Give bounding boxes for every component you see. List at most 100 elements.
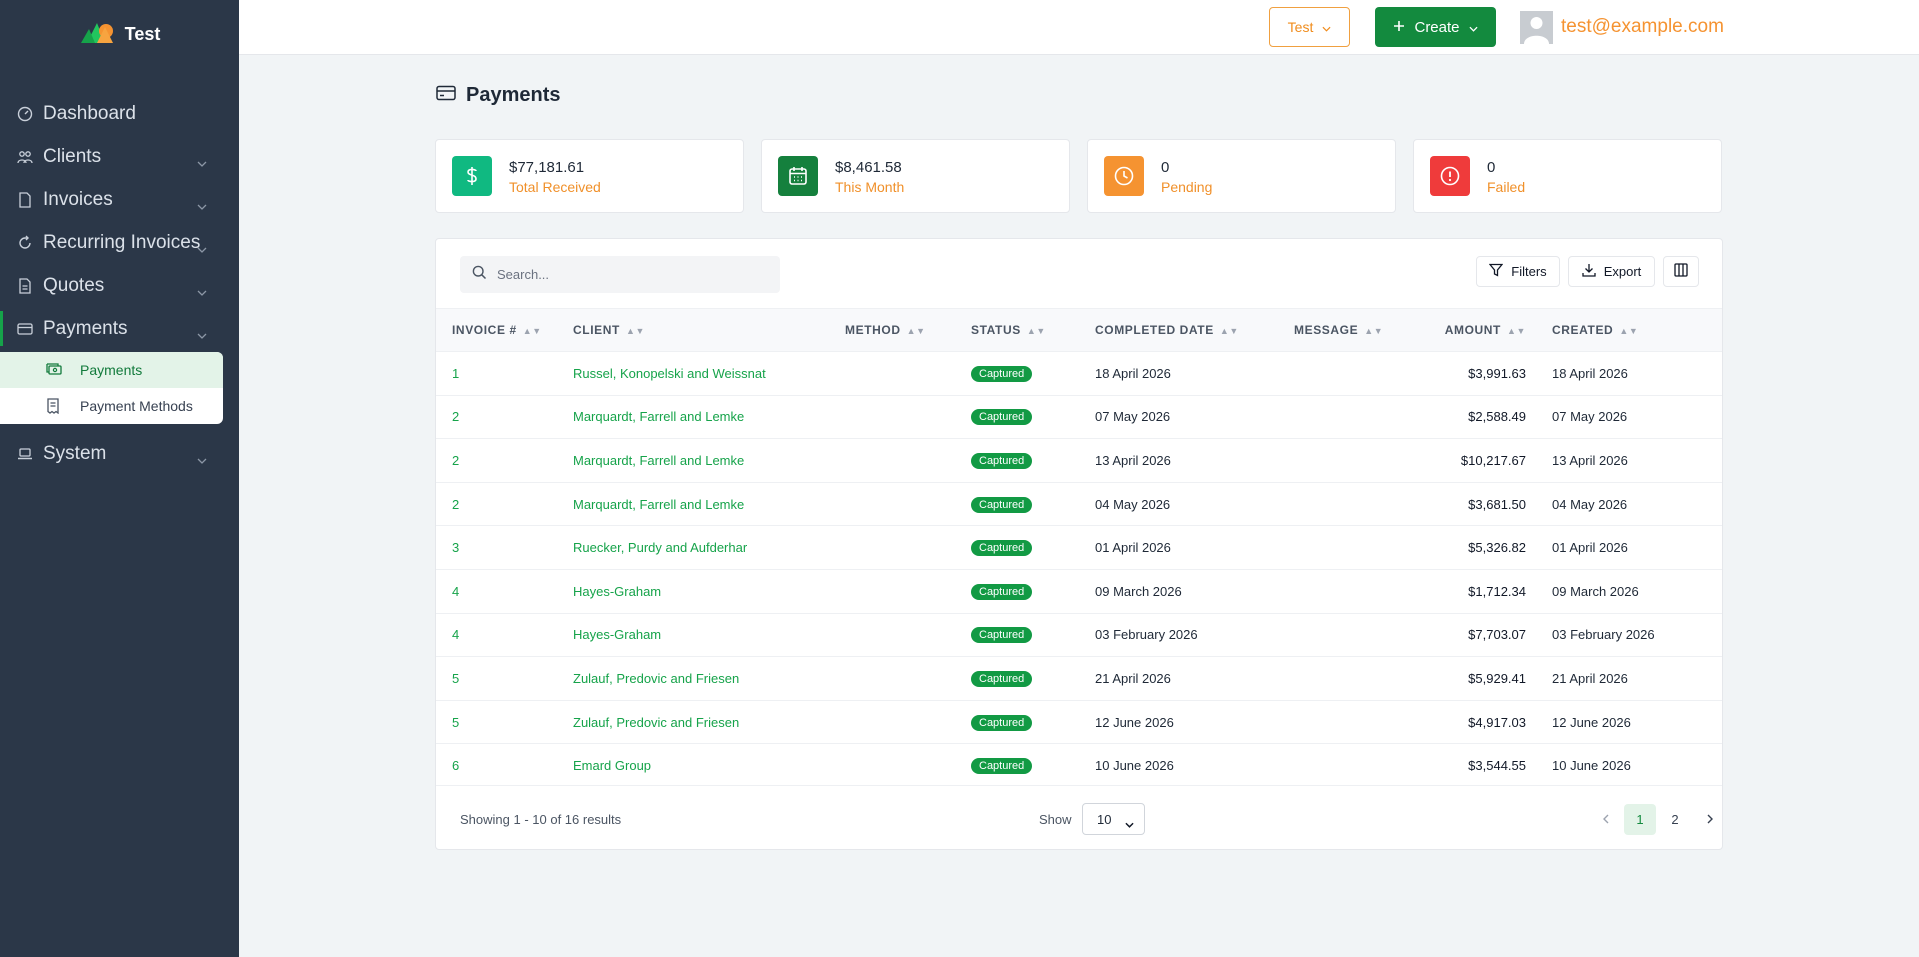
stat-card-this-month: $8,461.58 This Month xyxy=(761,139,1070,213)
invoice-number-link[interactable]: 2 xyxy=(436,395,573,439)
stat-value: $8,461.58 xyxy=(835,159,902,176)
table-row[interactable]: 5 Zulauf, Predovic and Friesen Captured … xyxy=(436,700,1722,744)
export-button[interactable]: Export xyxy=(1568,256,1655,287)
client-link[interactable]: Marquardt, Farrell and Lemke xyxy=(573,395,845,439)
method-cell xyxy=(845,395,971,439)
sidebar-subitem-payment-methods[interactable]: Payment Methods xyxy=(0,388,223,424)
completed-date-cell: 04 May 2026 xyxy=(1095,496,1171,512)
sidebar-item-recurring-invoices[interactable]: Recurring Invoices xyxy=(0,221,239,264)
message-cell xyxy=(1294,569,1420,613)
sidebar: Test Dashboard Clients Invoices Recurrin… xyxy=(0,0,239,957)
chevron-down-icon xyxy=(1322,19,1331,35)
invoice-number-link[interactable]: 5 xyxy=(436,700,573,744)
client-link[interactable]: Marquardt, Farrell and Lemke xyxy=(573,439,845,483)
invoice-number-link[interactable]: 5 xyxy=(436,657,573,701)
client-link[interactable]: Hayes-Graham xyxy=(573,613,845,657)
filters-label: Filters xyxy=(1511,264,1547,279)
chevron-down-icon xyxy=(197,151,207,173)
laptop-icon xyxy=(16,445,34,463)
client-link[interactable]: Zulauf, Predovic and Friesen xyxy=(573,657,845,701)
column-header-invoice[interactable]: INVOICE # ▲▼ xyxy=(436,309,573,352)
created-date-cell: 09 March 2026 xyxy=(1552,583,1639,599)
brand[interactable]: Test xyxy=(0,0,239,68)
page-button-1[interactable]: 1 xyxy=(1624,804,1656,835)
download-icon xyxy=(1582,263,1596,280)
message-cell xyxy=(1294,657,1420,701)
sidebar-item-dashboard[interactable]: Dashboard xyxy=(0,92,239,135)
column-header-message[interactable]: MESSAGE ▲▼ xyxy=(1294,309,1420,352)
amount-cell: $7,703.07 xyxy=(1468,627,1526,643)
client-link[interactable]: Russel, Konopelski and Weissnat xyxy=(573,352,845,396)
sidebar-item-label: Clients xyxy=(43,145,102,167)
create-button[interactable]: Create xyxy=(1375,7,1496,47)
message-cell xyxy=(1294,439,1420,483)
method-cell xyxy=(845,439,971,483)
stat-card-failed: 0 Failed xyxy=(1413,139,1722,213)
amount-cell: $2,588.49 xyxy=(1468,409,1526,425)
invoice-number-link[interactable]: 4 xyxy=(436,613,573,657)
amount-cell: $3,681.50 xyxy=(1468,496,1526,512)
status-cell: Captured xyxy=(971,569,1095,613)
sidebar-item-quotes[interactable]: Quotes xyxy=(0,264,239,307)
invoice-number-link[interactable]: 4 xyxy=(436,569,573,613)
sidebar-item-payments[interactable]: Payments xyxy=(0,307,239,350)
dollar-icon xyxy=(452,156,492,196)
table-row[interactable]: 3 Ruecker, Purdy and Aufderhar Captured … xyxy=(436,525,1722,570)
client-link[interactable]: Hayes-Graham xyxy=(573,569,845,613)
status-cell: Captured xyxy=(971,352,1095,396)
sidebar-subitem-payments[interactable]: Payments xyxy=(0,352,223,388)
invoice-number-link[interactable]: 2 xyxy=(436,482,573,526)
sidebar-item-clients[interactable]: Clients xyxy=(0,135,239,178)
column-header-status[interactable]: STATUS ▲▼ xyxy=(971,309,1095,352)
table-footer: Showing 1 - 10 of 16 results Show 10 1 2 xyxy=(436,785,1722,851)
table-row[interactable]: 2 Marquardt, Farrell and Lemke Captured … xyxy=(436,438,1722,483)
sidebar-item-invoices[interactable]: Invoices xyxy=(0,178,239,221)
columns-icon xyxy=(1674,263,1688,280)
sidebar-item-system[interactable]: System xyxy=(0,432,239,475)
method-cell xyxy=(845,613,971,657)
table-row[interactable]: 4 Hayes-Graham Captured 09 March 2026 $1… xyxy=(436,569,1722,613)
invoice-number-link[interactable]: 6 xyxy=(436,744,573,788)
search-box[interactable] xyxy=(460,256,780,293)
client-link[interactable]: Marquardt, Farrell and Lemke xyxy=(573,482,845,526)
created-date-cell: 04 May 2026 xyxy=(1552,496,1628,512)
search-input[interactable] xyxy=(497,267,767,282)
user-email[interactable]: test@example.com xyxy=(1561,16,1724,38)
columns-button[interactable] xyxy=(1663,256,1699,287)
sidebar-subitem-label: Payment Methods xyxy=(80,398,193,414)
table-row[interactable]: 2 Marquardt, Farrell and Lemke Captured … xyxy=(436,395,1722,439)
status-badge: Captured xyxy=(971,540,1033,557)
client-link[interactable]: Ruecker, Purdy and Aufderhar xyxy=(573,526,845,570)
page-button-2[interactable]: 2 xyxy=(1659,804,1691,835)
invoice-number-link[interactable]: 1 xyxy=(436,352,573,396)
table-row[interactable]: 6 Emard Group Captured 10 June 2026 $3,5… xyxy=(436,743,1722,788)
client-link[interactable]: Zulauf, Predovic and Friesen xyxy=(573,700,845,744)
method-cell xyxy=(845,526,971,570)
filters-button[interactable]: Filters xyxy=(1476,256,1560,287)
column-header-client[interactable]: CLIENT ▲▼ xyxy=(573,309,845,352)
table-row[interactable]: 2 Marquardt, Farrell and Lemke Captured … xyxy=(436,482,1722,526)
method-cell xyxy=(845,569,971,613)
column-header-completed-date[interactable]: COMPLETED DATE ▲▼ xyxy=(1095,309,1294,352)
table-row[interactable]: 4 Hayes-Graham Captured 03 February 2026… xyxy=(436,613,1722,657)
credit-card-icon xyxy=(436,85,456,106)
avatar[interactable] xyxy=(1520,11,1553,44)
next-page-button[interactable] xyxy=(1694,804,1726,835)
page-size-select[interactable]: 10 xyxy=(1082,803,1145,835)
table-row[interactable]: 5 Zulauf, Predovic and Friesen Captured … xyxy=(436,656,1722,701)
column-header-amount[interactable]: AMOUNT ▲▼ xyxy=(1420,309,1552,352)
status-cell: Captured xyxy=(971,395,1095,439)
client-link[interactable]: Emard Group xyxy=(573,744,845,788)
column-header-method[interactable]: METHOD ▲▼ xyxy=(845,309,971,352)
prev-page-button[interactable] xyxy=(1590,804,1622,835)
amount-cell: $1,712.34 xyxy=(1468,583,1526,599)
sort-icon: ▲▼ xyxy=(1506,326,1526,336)
table-row[interactable]: 1 Russel, Konopelski and Weissnat Captur… xyxy=(436,351,1722,396)
sort-icon: ▲▼ xyxy=(1026,326,1046,336)
company-switcher-button[interactable]: Test xyxy=(1269,7,1350,47)
column-header-created[interactable]: CREATED ▲▼ xyxy=(1552,309,1722,352)
invoice-number-link[interactable]: 2 xyxy=(436,439,573,483)
created-date-cell: 13 April 2026 xyxy=(1552,452,1628,468)
sort-icon: ▲▼ xyxy=(906,326,926,336)
invoice-number-link[interactable]: 3 xyxy=(436,526,573,570)
